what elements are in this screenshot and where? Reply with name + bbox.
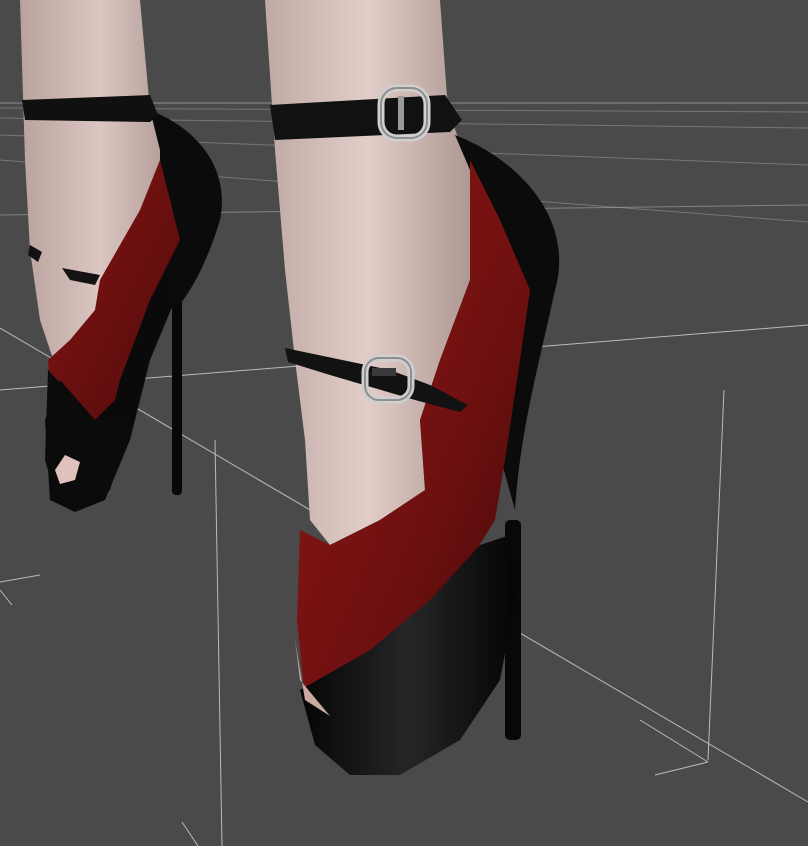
render-scene bbox=[0, 0, 808, 846]
right-foot bbox=[265, 0, 560, 775]
3d-viewport[interactable] bbox=[0, 0, 808, 846]
left-foot bbox=[20, 0, 222, 512]
